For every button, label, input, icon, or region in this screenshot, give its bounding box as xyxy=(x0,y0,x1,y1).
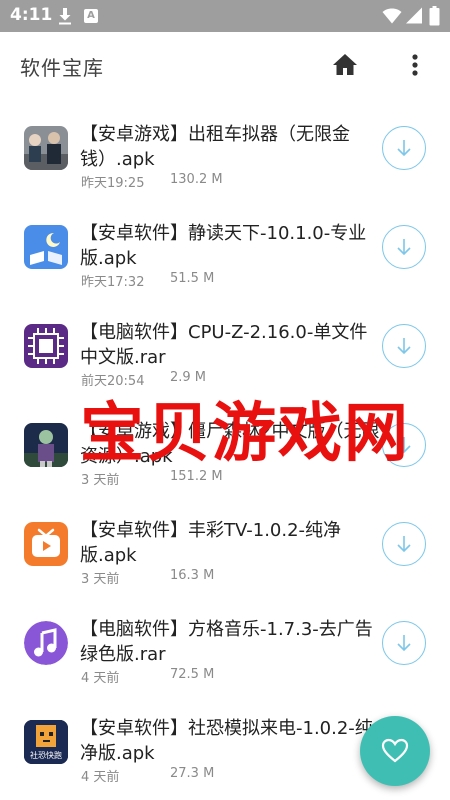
app-bar: 软件宝库 xyxy=(0,32,450,98)
download-arrow-icon xyxy=(397,140,411,157)
download-button[interactable] xyxy=(382,423,426,467)
zombie-game-icon xyxy=(24,423,68,467)
item-title: 【电脑软件】CPU-Z-2.16.0-单文件中文版.rar xyxy=(80,322,368,368)
app-icon-caption: 社恐快跑 xyxy=(30,751,62,760)
item-date: 4 天前 xyxy=(81,671,120,686)
item-date: 昨天19:25 xyxy=(81,176,145,191)
download-arrow-icon xyxy=(397,437,411,454)
download-button[interactable] xyxy=(382,126,426,170)
item-date: 4 天前 xyxy=(81,770,120,785)
item-size: 130.2 M xyxy=(170,172,223,187)
battery-icon xyxy=(429,6,440,26)
list-item[interactable]: 【安卓软件】静读天下-10.1.0-专业版.apk 昨天17:32 51.5 M xyxy=(0,211,450,310)
list-item[interactable]: 【安卓游戏】僵尸森林2中文版（无限资源）.apk 3 天前 151.2 M xyxy=(0,409,450,508)
signal-icon xyxy=(406,7,422,24)
tv-icon xyxy=(24,522,68,566)
list-item[interactable]: 【安卓游戏】出租车拟器（无限金钱）.apk 昨天19:25 130.2 M xyxy=(0,112,450,211)
item-title: 【安卓软件】社恐模拟来电-1.0.2-纯净版.apk xyxy=(80,718,373,764)
status-time: 4:11 xyxy=(10,5,53,25)
heart-icon xyxy=(381,738,409,763)
item-size: 51.5 M xyxy=(170,271,215,286)
download-arrow-icon xyxy=(397,536,411,553)
file-list: 【安卓游戏】出租车拟器（无限金钱）.apk 昨天19:25 130.2 M 【安… xyxy=(0,98,450,800)
item-size: 2.9 M xyxy=(170,370,207,385)
item-size: 16.3 M xyxy=(170,568,215,583)
download-button[interactable] xyxy=(382,522,426,566)
download-button[interactable] xyxy=(382,621,426,665)
download-arrow-icon xyxy=(397,239,411,256)
book-reader-icon xyxy=(24,225,68,269)
fake-call-icon: 社恐快跑 xyxy=(24,720,68,764)
favorite-fab[interactable] xyxy=(360,716,430,786)
item-date: 前天20:54 xyxy=(81,374,145,389)
item-title: 【电脑软件】方格音乐-1.7.3-去广告绿色版.rar xyxy=(80,619,373,665)
home-icon xyxy=(333,54,357,75)
taxi-game-icon xyxy=(24,126,68,170)
download-arrow-icon xyxy=(397,338,411,355)
item-size: 151.2 M xyxy=(170,469,223,484)
item-title: 【安卓游戏】僵尸森林2中文版（无限资源）.apk xyxy=(80,421,380,467)
cpu-icon xyxy=(24,324,68,368)
list-item[interactable]: 【安卓软件】丰彩TV-1.0.2-纯净版.apk 3 天前 16.3 M xyxy=(0,508,450,607)
app-notification-icon: A xyxy=(84,9,98,23)
download-arrow-icon xyxy=(397,635,411,652)
item-date: 昨天17:32 xyxy=(81,275,145,290)
download-button[interactable] xyxy=(382,225,426,269)
item-title: 【安卓软件】静读天下-10.1.0-专业版.apk xyxy=(80,223,367,269)
wifi-icon xyxy=(382,8,402,24)
item-date: 3 天前 xyxy=(81,473,120,488)
list-item[interactable]: 【电脑软件】CPU-Z-2.16.0-单文件中文版.rar 前天20:54 2.… xyxy=(0,310,450,409)
item-title: 【安卓软件】丰彩TV-1.0.2-纯净版.apk xyxy=(80,520,342,566)
music-note-icon xyxy=(24,621,68,665)
more-options-button[interactable] xyxy=(403,50,427,80)
page-title: 软件宝库 xyxy=(20,56,104,80)
item-date: 3 天前 xyxy=(81,572,120,587)
more-vert-icon xyxy=(412,54,418,76)
status-bar: 4:11 A xyxy=(0,0,450,32)
item-title: 【安卓游戏】出租车拟器（无限金钱）.apk xyxy=(80,124,350,170)
home-button[interactable] xyxy=(328,50,362,80)
item-size: 27.3 M xyxy=(170,766,215,781)
list-item[interactable]: 【电脑软件】方格音乐-1.7.3-去广告绿色版.rar 4 天前 72.5 M xyxy=(0,607,450,706)
item-size: 72.5 M xyxy=(170,667,215,682)
download-notification-icon xyxy=(59,8,71,25)
download-button[interactable] xyxy=(382,324,426,368)
